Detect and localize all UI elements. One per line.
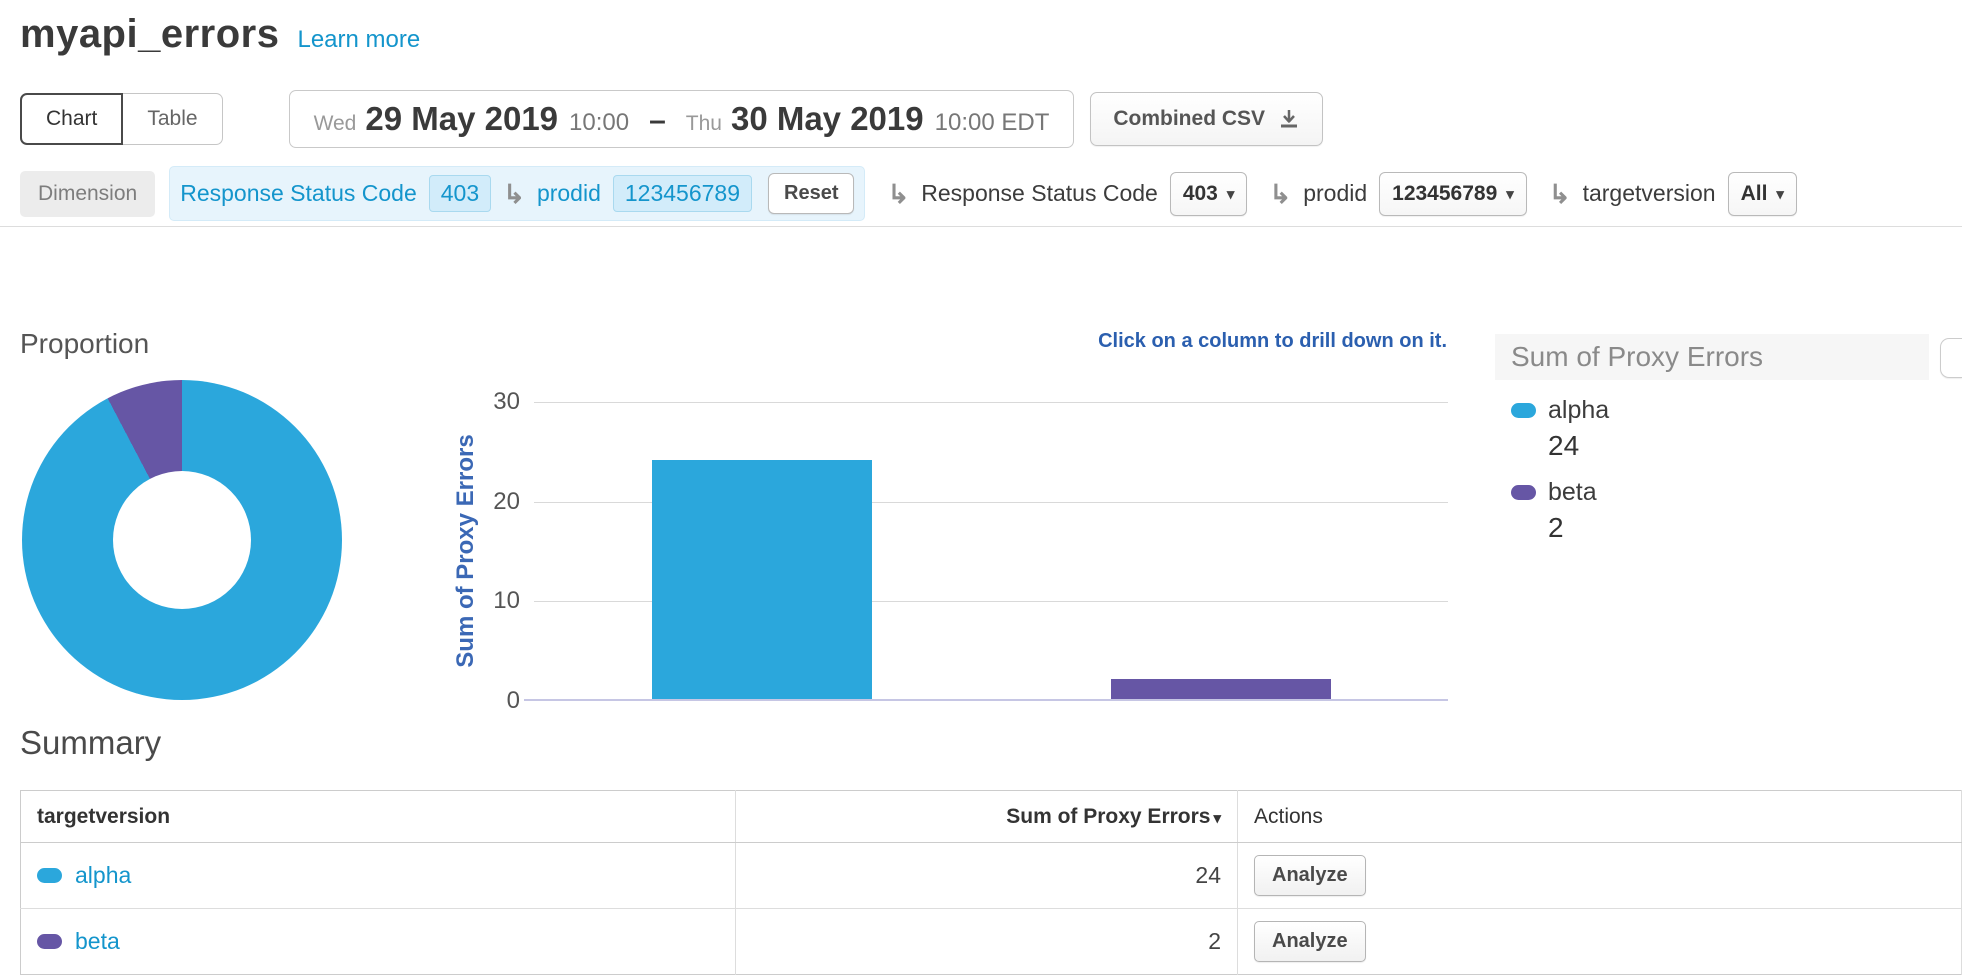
filter-breadcrumb: Response Status Code 403 ↳ prodid 123456… bbox=[169, 166, 865, 221]
tab-table[interactable]: Table bbox=[123, 93, 222, 145]
end-day: Thu bbox=[686, 112, 722, 136]
start-date: 29 May 2019 bbox=[365, 100, 558, 138]
date-range-separator: – bbox=[649, 104, 666, 138]
legend-label: alpha bbox=[1548, 396, 1609, 425]
dimension-label: Dimension bbox=[20, 171, 155, 217]
legend-item[interactable]: beta 2 bbox=[1511, 478, 1962, 544]
legend-label: beta bbox=[1548, 478, 1597, 507]
legend-title: Sum of Proxy Errors bbox=[1495, 334, 1929, 380]
page-header: myapi_errors Learn more bbox=[20, 12, 420, 57]
y-axis-title: Sum of Proxy Errors bbox=[452, 434, 480, 667]
bar-alpha[interactable] bbox=[652, 460, 872, 699]
chevron-down-icon: ▾ bbox=[1227, 185, 1235, 203]
analyze-button[interactable]: Analyze bbox=[1254, 921, 1366, 962]
drilldown-arrow-icon: ↳ bbox=[1269, 181, 1291, 207]
drilldown-group: ↳ targetversion All ▾ bbox=[1549, 172, 1797, 216]
drilldown-group: ↳ Response Status Code 403 ▾ bbox=[887, 172, 1247, 216]
combined-csv-label: Combined CSV bbox=[1113, 107, 1265, 131]
selected-value: 123456789 bbox=[1392, 182, 1497, 206]
analyze-button[interactable]: Analyze bbox=[1254, 855, 1366, 896]
x-axis-line bbox=[524, 699, 1448, 701]
legend-value: 24 bbox=[1548, 430, 1962, 462]
drilldown-arrow-icon: ↳ bbox=[1549, 181, 1571, 207]
y-tick-label: 30 bbox=[458, 388, 520, 416]
filter-row: Dimension Response Status Code 403 ↳ pro… bbox=[20, 166, 1797, 221]
table-row: beta 2 Analyze bbox=[21, 909, 1962, 975]
bar-chart bbox=[534, 402, 1448, 701]
column-header-targetversion[interactable]: targetversion bbox=[21, 791, 736, 843]
summary-table: targetversion Sum of Proxy Errors▾ Actio… bbox=[20, 790, 1962, 975]
gridline bbox=[534, 402, 1448, 403]
drilldown-label: targetversion bbox=[1583, 180, 1716, 207]
table-header-row: targetversion Sum of Proxy Errors▾ Actio… bbox=[21, 791, 1962, 843]
bar-beta[interactable] bbox=[1111, 679, 1331, 699]
sum-value: 24 bbox=[736, 843, 1238, 909]
dimension-value-link-alpha[interactable]: alpha bbox=[37, 862, 719, 889]
breadcrumb-dimension-label[interactable]: prodid bbox=[537, 180, 601, 207]
start-time: 10:00 bbox=[569, 109, 629, 137]
drilldown-arrow-icon: ↳ bbox=[503, 181, 525, 207]
legend-collapse-button[interactable] bbox=[1940, 338, 1962, 378]
tab-chart[interactable]: Chart bbox=[20, 93, 123, 145]
selected-value: All bbox=[1741, 182, 1768, 206]
view-toggle: Chart Table bbox=[20, 93, 223, 145]
date-range-picker[interactable]: Wed 29 May 2019 10:00 – Thu 30 May 2019 … bbox=[289, 90, 1075, 148]
series-swatch-alpha bbox=[1511, 403, 1536, 418]
proportion-label: Proportion bbox=[20, 328, 149, 360]
download-icon bbox=[1278, 108, 1300, 130]
sum-value: 2 bbox=[736, 909, 1238, 975]
combined-csv-button[interactable]: Combined CSV bbox=[1090, 92, 1323, 146]
table-row: alpha 24 Analyze bbox=[21, 843, 1962, 909]
breadcrumb-dimension-value[interactable]: 123456789 bbox=[613, 175, 752, 212]
end-time: 10:00 EDT bbox=[935, 109, 1050, 137]
targetversion-select[interactable]: All ▾ bbox=[1728, 172, 1797, 216]
chevron-down-icon: ▾ bbox=[1776, 185, 1784, 203]
chart-legend: Sum of Proxy Errors alpha 24 beta 2 bbox=[1495, 334, 1962, 544]
summary-heading: Summary bbox=[20, 724, 161, 762]
donut-hole bbox=[113, 471, 251, 609]
y-tick-label: 20 bbox=[458, 488, 520, 516]
divider bbox=[0, 226, 1962, 227]
prodid-select[interactable]: 123456789 ▾ bbox=[1379, 172, 1527, 216]
sort-caret-icon: ▾ bbox=[1213, 810, 1221, 827]
start-day: Wed bbox=[314, 112, 357, 136]
end-date: 30 May 2019 bbox=[731, 100, 924, 138]
learn-more-link[interactable]: Learn more bbox=[297, 26, 420, 54]
page-title: myapi_errors bbox=[20, 12, 279, 57]
proportion-donut-chart[interactable] bbox=[22, 380, 342, 700]
breadcrumb-dimension-label[interactable]: Response Status Code bbox=[180, 180, 417, 207]
series-swatch-beta bbox=[37, 934, 62, 949]
legend-item[interactable]: alpha 24 bbox=[1511, 396, 1962, 462]
chevron-down-icon: ▾ bbox=[1506, 185, 1514, 203]
toolbar: Chart Table Wed 29 May 2019 10:00 – Thu … bbox=[20, 90, 1323, 148]
drilldown-hint: Click on a column to drill down on it. bbox=[1098, 330, 1447, 353]
column-header-sum[interactable]: Sum of Proxy Errors▾ bbox=[736, 791, 1238, 843]
series-swatch-alpha bbox=[37, 868, 62, 883]
y-tick-label: 0 bbox=[458, 687, 520, 715]
drilldown-label: Response Status Code bbox=[921, 180, 1158, 207]
selected-value: 403 bbox=[1183, 182, 1218, 206]
drilldown-label: prodid bbox=[1303, 180, 1367, 207]
drilldown-arrow-icon: ↳ bbox=[887, 181, 909, 207]
series-swatch-beta bbox=[1511, 485, 1536, 500]
drilldown-group: ↳ prodid 123456789 ▾ bbox=[1269, 172, 1526, 216]
y-tick-label: 10 bbox=[458, 587, 520, 615]
legend-value: 2 bbox=[1548, 512, 1962, 544]
column-header-actions: Actions bbox=[1238, 791, 1962, 843]
response-status-code-select[interactable]: 403 ▾ bbox=[1170, 172, 1248, 216]
reset-button[interactable]: Reset bbox=[768, 173, 854, 214]
breadcrumb-dimension-value[interactable]: 403 bbox=[429, 175, 491, 212]
dimension-value-link-beta[interactable]: beta bbox=[37, 928, 719, 955]
